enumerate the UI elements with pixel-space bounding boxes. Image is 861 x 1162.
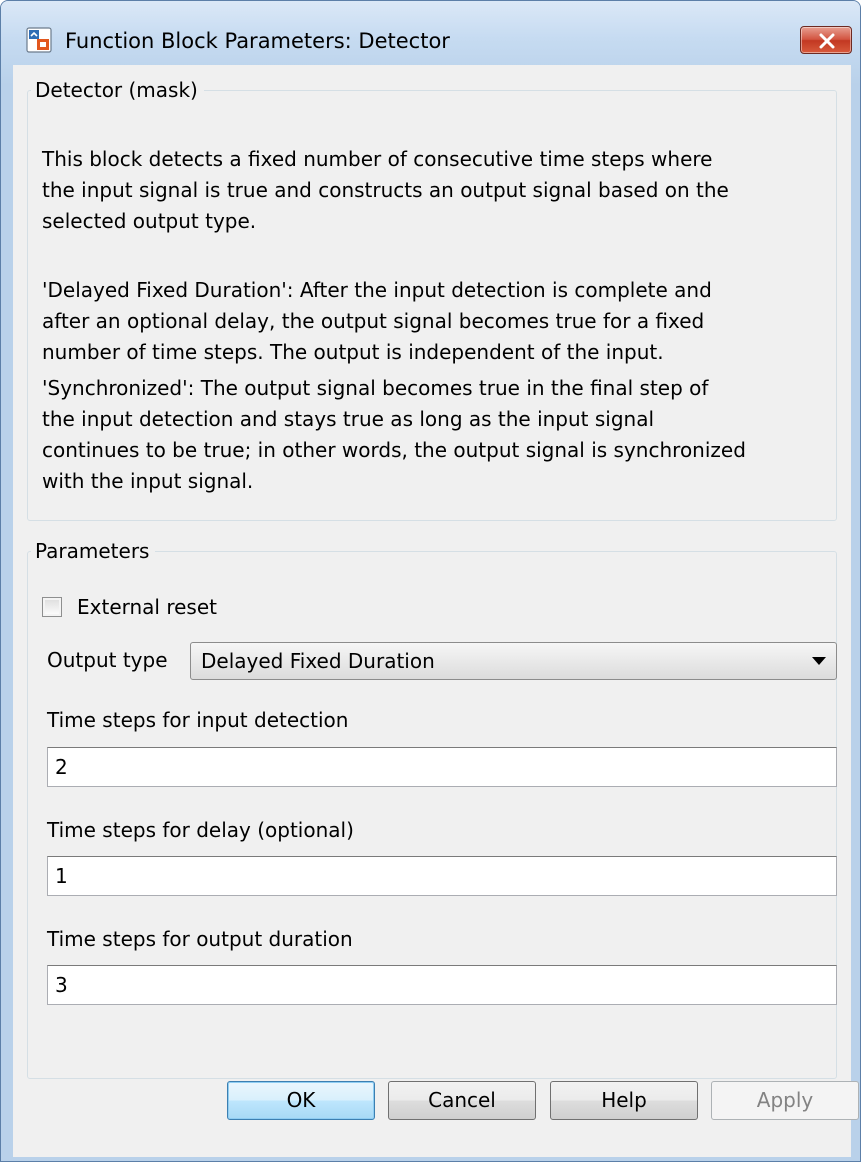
description-paragraph: This block detects a fixed number of con… (42, 147, 729, 233)
delay-input[interactable] (48, 857, 836, 895)
mask-description-group: Detector (mask) This block detects a fix… (27, 77, 837, 521)
input-detection-field[interactable] (47, 747, 837, 787)
checkbox-box[interactable] (42, 597, 62, 617)
output-type-value: Delayed Fixed Duration (201, 649, 435, 673)
dialog-window: Function Block Parameters: Detector Dete… (0, 0, 861, 1162)
close-icon (819, 33, 835, 49)
dialog-content: Detector (mask) This block detects a fix… (13, 65, 859, 1157)
description-paragraph: 'Delayed Fixed Duration': After the inpu… (42, 278, 712, 364)
delay-label: Time steps for delay (optional) (47, 818, 354, 842)
close-button[interactable] (800, 26, 852, 54)
external-reset-label[interactable]: External reset (77, 594, 217, 620)
help-button[interactable]: Help (550, 1081, 698, 1120)
description-paragraph: 'Synchronized': The output signal become… (42, 376, 746, 493)
delay-field[interactable] (47, 856, 837, 896)
output-type-label: Output type (47, 648, 168, 672)
output-duration-input[interactable] (48, 966, 836, 1004)
parameters-group-title: Parameters (31, 538, 156, 564)
simulink-block-icon (26, 27, 52, 53)
output-type-dropdown[interactable]: Delayed Fixed Duration (190, 642, 837, 680)
apply-button[interactable]: Apply (711, 1081, 859, 1120)
mask-group-title: Detector (mask) (31, 77, 204, 103)
output-duration-field[interactable] (47, 965, 837, 1005)
output-duration-label: Time steps for output duration (47, 927, 353, 951)
window-title: Function Block Parameters: Detector (65, 29, 450, 53)
input-detection-label: Time steps for input detection (47, 708, 349, 732)
chevron-down-icon (812, 657, 826, 665)
ok-button[interactable]: OK (227, 1081, 375, 1120)
cancel-button[interactable]: Cancel (388, 1081, 536, 1120)
input-detection-input[interactable] (48, 748, 836, 786)
